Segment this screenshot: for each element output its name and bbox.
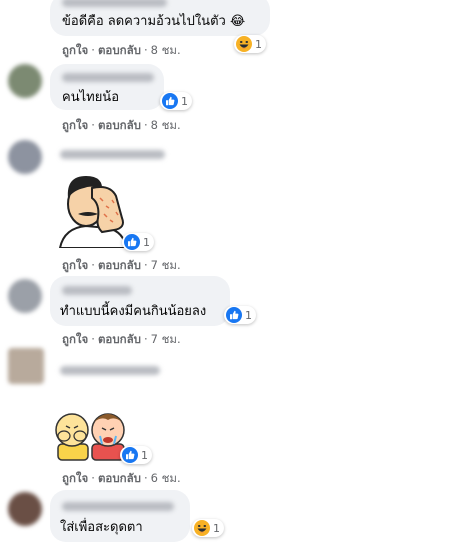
- comment-text: ข้อดีคือ ลดความอ้วนไปในตัว 😂: [62, 14, 246, 29]
- timestamp[interactable]: 7 ชม.: [151, 258, 181, 272]
- reply-link[interactable]: ตอบกลับ: [98, 118, 141, 132]
- comment-bubble: ทำแบบนี้คงมีคนกินน้อยลง: [50, 276, 230, 326]
- blurred-author-name: [62, 502, 174, 511]
- reaction-count[interactable]: 1: [120, 446, 152, 464]
- reply-link[interactable]: ตอบกลับ: [98, 471, 141, 485]
- timestamp[interactable]: 7 ชม.: [151, 332, 181, 346]
- comment-actions: ถูกใจ · ตอบกลับ · 8 ชม.: [62, 43, 181, 57]
- comment-actions: ถูกใจ · ตอบกลับ · 6 ชม.: [62, 471, 181, 485]
- like-icon: [124, 234, 140, 250]
- timestamp[interactable]: 6 ชม.: [151, 471, 181, 485]
- comment-actions: ถูกใจ · ตอบกลับ · 7 ชม.: [62, 258, 181, 272]
- like-link[interactable]: ถูกใจ: [62, 471, 88, 485]
- comment-actions: ถูกใจ · ตอบกลับ · 7 ชม.: [62, 332, 181, 346]
- comment-bubble: คนไทยน้อ: [50, 64, 164, 110]
- avatar[interactable]: [8, 140, 42, 174]
- like-icon: [226, 307, 242, 323]
- reaction-count[interactable]: 1: [234, 35, 266, 53]
- comment-text: ใส่เพื่อสะดุดตา: [60, 520, 143, 535]
- avatar[interactable]: [8, 492, 42, 526]
- like-link[interactable]: ถูกใจ: [62, 43, 88, 57]
- avatar[interactable]: [8, 348, 44, 384]
- comment-actions: ถูกใจ · ตอบกลับ · 8 ชม.: [62, 118, 181, 132]
- reply-link[interactable]: ตอบกลับ: [98, 332, 141, 346]
- blurred-author-name: [60, 366, 160, 375]
- reply-link[interactable]: ตอบกลับ: [98, 258, 141, 272]
- timestamp[interactable]: 8 ชม.: [151, 118, 181, 132]
- like-link[interactable]: ถูกใจ: [62, 258, 88, 272]
- haha-icon: [194, 520, 210, 536]
- blurred-author-name: [62, 0, 167, 7]
- reaction-count[interactable]: 1: [192, 519, 224, 537]
- avatar[interactable]: [8, 64, 42, 98]
- reaction-count[interactable]: 1: [122, 233, 154, 251]
- haha-icon: [236, 36, 252, 52]
- facepalm-man-sticker[interactable]: [56, 170, 130, 252]
- like-icon: [162, 93, 178, 109]
- blurred-author-name: [62, 73, 154, 82]
- comment-text: ทำแบบนี้คงมีคนกินน้อยลง: [60, 304, 207, 319]
- like-link[interactable]: ถูกใจ: [62, 332, 88, 346]
- reaction-count[interactable]: 1: [224, 306, 256, 324]
- reaction-count[interactable]: 1: [160, 92, 192, 110]
- like-link[interactable]: ถูกใจ: [62, 118, 88, 132]
- blurred-author-name: [62, 286, 132, 295]
- like-icon: [122, 447, 138, 463]
- comment-bubble: ใส่เพื่อสะดุดตา: [50, 490, 190, 542]
- avatar[interactable]: [8, 279, 42, 313]
- blurred-author-name: [60, 150, 165, 159]
- comment-text: คนไทยน้อ: [62, 90, 120, 105]
- timestamp[interactable]: 8 ชม.: [151, 43, 181, 57]
- comment-bubble: ข้อดีคือ ลดความอ้วนไปในตัว 😂: [50, 0, 270, 36]
- reply-link[interactable]: ตอบกลับ: [98, 43, 141, 57]
